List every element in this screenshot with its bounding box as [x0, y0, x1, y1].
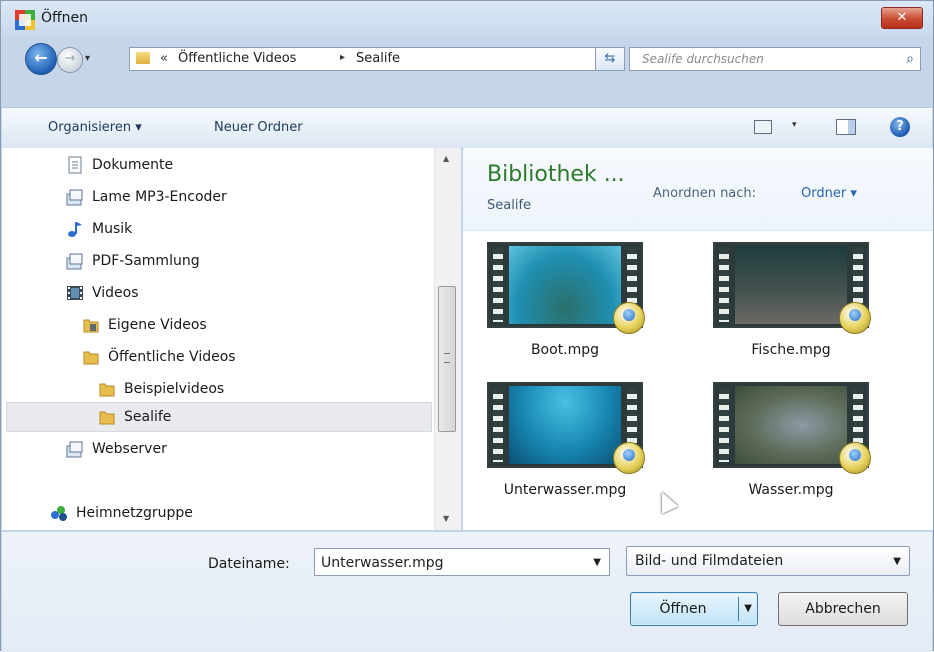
nav-item-label: Heimnetzgruppe: [76, 505, 193, 521]
video-thumbnail: [713, 382, 871, 474]
file-name: Boot.mpg: [530, 342, 600, 358]
library-title: Bibliothek ...: [487, 162, 625, 187]
file-type-select[interactable]: Bild- und Filmdateien ▼: [626, 546, 910, 576]
nav-item-label: Eigene Videos: [108, 317, 207, 333]
forward-button[interactable]: →: [57, 47, 83, 73]
history-dropdown-icon[interactable]: ▾: [85, 53, 90, 64]
nav-selection-highlight: [6, 402, 432, 432]
navigation-bar: ← → ▾ « Öffentliche Videos ▸ Sealife ▾ ⇆…: [1, 39, 933, 77]
file-name: Unterwasser.mpg: [503, 482, 627, 498]
open-dropdown-icon[interactable]: ▼: [744, 593, 752, 625]
cancel-button[interactable]: Abbrechen: [778, 592, 908, 626]
nav-item-label: PDF-Sammlung: [92, 253, 200, 269]
nav-item-dokumente[interactable]: Dokumente: [66, 152, 173, 180]
media-player-icon: [839, 302, 871, 334]
library-header: Bibliothek ... Sealife Anordnen nach: Or…: [463, 148, 933, 231]
app-icon: [15, 10, 35, 30]
help-icon[interactable]: ?: [890, 117, 910, 137]
video-thumbnail: [487, 242, 645, 334]
arrange-by-label: Anordnen nach:: [653, 186, 757, 201]
folder-icon: [99, 383, 115, 397]
nav-item-label: Dokumente: [92, 157, 174, 173]
address-bar[interactable]: « Öffentliche Videos ▸ Sealife ▾: [129, 47, 613, 71]
nav-item-lame-mp3-encoder[interactable]: Lame MP3-Encoder: [66, 184, 227, 212]
address-overflow-chevron[interactable]: «: [160, 51, 168, 66]
file-name: Wasser.mpg: [748, 482, 834, 498]
homegroup-icon: [51, 506, 67, 521]
library-icon: [66, 441, 83, 458]
nav-scrollbar[interactable]: ▲ ▼: [434, 148, 461, 530]
file-tile-unterwasser[interactable]: Unterwasser.mpg: [485, 382, 645, 512]
nav-item-sealife[interactable]: Sealife: [98, 404, 171, 432]
file-tile-boot[interactable]: Boot.mpg: [485, 242, 645, 372]
scroll-up-icon[interactable]: ▲: [443, 154, 449, 163]
filename-dropdown-icon[interactable]: ▼: [593, 557, 601, 568]
nav-item-label: Webserver: [92, 441, 167, 457]
media-player-icon: [613, 302, 645, 334]
breadcrumb-oeffentliche-videos[interactable]: Öffentliche Videos: [178, 51, 296, 66]
folder-icon: [99, 411, 115, 425]
media-player-icon: [839, 442, 871, 474]
nav-item-label: Musik: [92, 221, 133, 237]
filename-label: Dateiname:: [208, 556, 290, 572]
open-file-dialog: Öffnen ✕ ← → ▾ « Öffentliche Videos ▸ Se…: [0, 0, 934, 652]
nav-item-eigene-videos[interactable]: Eigene Videos: [82, 312, 207, 340]
nav-item-oeffentliche-videos[interactable]: Öffentliche Videos: [82, 344, 236, 372]
open-button[interactable]: Öffnen ▼: [630, 592, 758, 626]
document-icon: [68, 156, 82, 174]
file-type-value: Bild- und Filmdateien: [635, 553, 784, 569]
file-name: Fische.mpg: [751, 342, 831, 358]
file-list-pane: Bibliothek ... Sealife Anordnen nach: Or…: [463, 148, 933, 530]
nav-item-videos[interactable]: Videos: [66, 280, 139, 308]
folder-icon: [83, 351, 99, 365]
folder-icon: [136, 52, 150, 64]
library-icon: [66, 189, 83, 206]
nav-item-label: Sealife: [124, 409, 172, 425]
title-bar: Öffnen ✕: [1, 1, 933, 37]
new-folder-button[interactable]: Neuer Ordner: [214, 120, 303, 135]
video-thumbnail: [713, 242, 871, 334]
folder-icon: [83, 319, 99, 333]
open-button-label: Öffnen: [659, 601, 707, 617]
organize-button[interactable]: Organisieren ▾: [48, 120, 142, 135]
nav-item-label: Videos: [92, 285, 139, 301]
change-view-icon[interactable]: [754, 120, 772, 134]
close-button[interactable]: ✕: [881, 7, 923, 29]
scroll-thumb[interactable]: [438, 286, 456, 432]
preview-pane-icon[interactable]: [836, 119, 856, 135]
library-subtitle: Sealife: [487, 198, 532, 213]
back-button[interactable]: ←: [25, 43, 57, 75]
search-placeholder: Sealife durchsuchen: [642, 52, 764, 66]
file-type-dropdown-icon[interactable]: ▼: [893, 556, 901, 567]
nav-item-label: Lame MP3-Encoder: [92, 189, 227, 205]
nav-item-webserver[interactable]: Webserver: [66, 436, 167, 464]
nav-item-heimnetzgruppe[interactable]: Heimnetzgruppe: [50, 500, 193, 528]
navigation-pane: Dokumente Lame MP3-Encoder Musik PDF-Sam…: [2, 148, 461, 530]
scroll-down-icon[interactable]: ▼: [443, 514, 449, 523]
library-icon: [66, 253, 83, 270]
film-icon: [67, 286, 83, 300]
file-tile-fische[interactable]: Fische.mpg: [711, 242, 871, 372]
command-bar: Organisieren ▾ Neuer Ordner ▾ ?: [2, 107, 932, 149]
video-thumbnail: [487, 382, 645, 474]
refresh-button[interactable]: ⇆: [595, 47, 625, 71]
filename-value: Unterwasser.mpg: [321, 555, 444, 571]
file-tile-wasser[interactable]: Wasser.mpg: [711, 382, 871, 512]
arrange-by-dropdown[interactable]: Ordner ▾: [801, 186, 857, 201]
search-icon[interactable]: ⌕: [906, 51, 914, 67]
nav-item-musik[interactable]: Musik: [66, 216, 132, 244]
dialog-footer: Dateiname: Unterwasser.mpg ▼ Bild- und F…: [2, 531, 932, 652]
filename-input[interactable]: Unterwasser.mpg ▼: [314, 548, 610, 576]
window-title: Öffnen: [41, 10, 89, 26]
nav-item-label: Beispielvideos: [124, 381, 225, 397]
nav-item-beispielvideos[interactable]: Beispielvideos: [98, 376, 224, 404]
nav-item-label: Öffentliche Videos: [108, 349, 236, 365]
breadcrumb-sealife[interactable]: Sealife: [356, 51, 400, 66]
nav-item-pdf-sammlung[interactable]: PDF-Sammlung: [66, 248, 200, 276]
breadcrumb-separator-icon[interactable]: ▸: [340, 52, 345, 63]
view-dropdown-icon[interactable]: ▾: [792, 120, 797, 130]
search-input[interactable]: Sealife durchsuchen ⌕: [629, 47, 921, 71]
media-player-icon: [613, 442, 645, 474]
music-note-icon: [68, 222, 82, 237]
